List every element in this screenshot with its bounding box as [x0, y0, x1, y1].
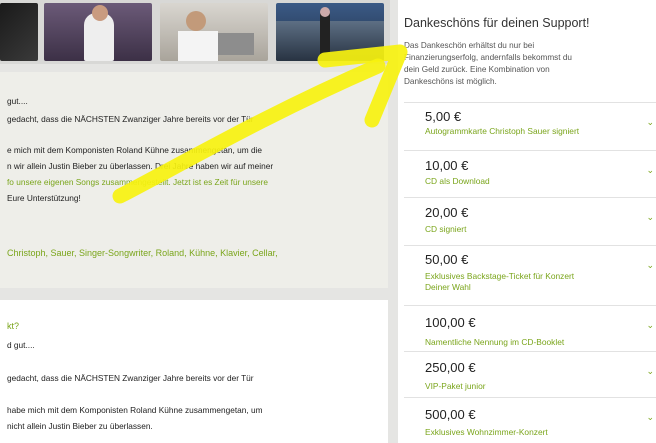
page: gut.... gedacht, dass die NÄCHSTEN Zwanz… — [0, 0, 656, 443]
yellow-arrow-annotation — [112, 44, 408, 204]
arrow-shaft — [112, 58, 386, 204]
